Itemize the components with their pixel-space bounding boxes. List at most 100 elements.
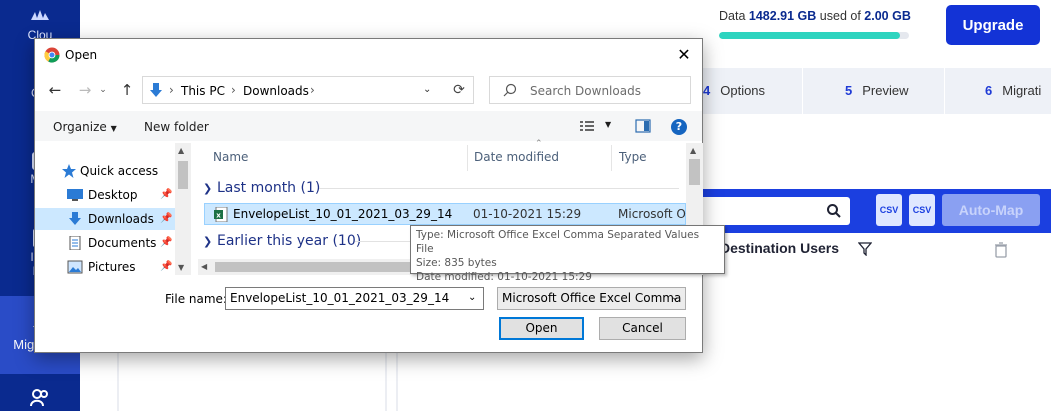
- step-options[interactable]: 4 Options: [703, 83, 765, 98]
- cloud-logo-icon: [31, 10, 49, 20]
- users-icon: [30, 389, 48, 407]
- column-header-type[interactable]: Type: [619, 150, 647, 164]
- breadcrumb-separator-icon: ›: [169, 83, 174, 97]
- pin-icon[interactable]: 📌: [160, 184, 172, 206]
- nav-item-label: Quick access: [80, 164, 159, 178]
- file-name-dropdown-icon[interactable]: ⌄: [468, 292, 476, 303]
- open-button[interactable]: Open: [499, 317, 584, 340]
- desktop-icon: [67, 189, 83, 201]
- step-number: 5: [845, 83, 853, 98]
- step-preview[interactable]: 5 Preview: [845, 83, 908, 98]
- tooltip-size: Size: 835 bytes: [416, 257, 497, 269]
- filter-icon[interactable]: [858, 242, 872, 256]
- recent-locations-icon[interactable]: ⌄: [93, 80, 113, 100]
- nav-item-documents[interactable]: Documents 📌: [35, 232, 175, 254]
- search-icon: [503, 83, 517, 97]
- cancel-button[interactable]: Cancel: [599, 317, 686, 340]
- star-icon: [62, 164, 76, 178]
- group-divider: [319, 188, 679, 189]
- breadcrumb-downloads[interactable]: Downloads: [243, 84, 309, 98]
- file-type: Microsoft Office Excel Comma Separated V…: [618, 207, 686, 221]
- nav-scrollbar-thumb[interactable]: [178, 161, 188, 189]
- scroll-down-icon[interactable]: ▼: [178, 263, 184, 272]
- breadcrumb-this-pc[interactable]: This PC: [181, 84, 225, 98]
- up-arrow-icon[interactable]: ↑: [117, 80, 137, 100]
- pin-icon[interactable]: 📌: [160, 256, 172, 278]
- step-number: 4: [703, 83, 711, 98]
- sidebar-item-users[interactable]: [0, 386, 80, 408]
- step-label: Migrati: [1002, 83, 1042, 98]
- nav-item-downloads[interactable]: Downloads 📌: [35, 208, 175, 230]
- csv-upload-icon[interactable]: CSV: [909, 194, 935, 226]
- step-label: Preview: [862, 83, 909, 98]
- dialog-title: Open: [65, 48, 98, 62]
- back-arrow-icon[interactable]: ←: [45, 80, 65, 100]
- organize-button[interactable]: Organize ▼: [53, 120, 117, 134]
- nav-item-quick-access[interactable]: Quick access: [35, 160, 175, 182]
- scroll-left-icon[interactable]: ◀: [201, 262, 207, 271]
- file-type-dropdown-icon[interactable]: ⌄: [671, 292, 679, 303]
- preview-pane-icon[interactable]: [635, 119, 651, 133]
- svg-text:x: x: [216, 212, 221, 220]
- nav-item-label: Desktop: [88, 188, 138, 202]
- address-bar[interactable]: › This PC › Downloads › ⌄: [142, 76, 474, 104]
- file-name-input[interactable]: EnvelopeList_10_01_2021_03_29_14: [225, 287, 484, 310]
- file-name: EnvelopeList_10_01_2021_03_29_14: [233, 207, 453, 221]
- view-dropdown-icon[interactable]: ▼: [605, 120, 611, 129]
- step-label: Options: [720, 83, 766, 98]
- pin-icon[interactable]: 📌: [160, 232, 172, 254]
- group-header-last-month[interactable]: Last month (1): [217, 180, 320, 196]
- help-icon[interactable]: ?: [671, 119, 687, 135]
- group-chevron-icon[interactable]: ❯: [203, 182, 212, 195]
- auto-map-button[interactable]: Auto-Map: [942, 194, 1040, 226]
- pictures-icon: [67, 260, 83, 274]
- csv-download-icon[interactable]: CSV: [876, 194, 902, 226]
- nav-item-desktop[interactable]: Desktop 📌: [35, 184, 175, 206]
- scroll-up-icon[interactable]: ▲: [178, 146, 184, 155]
- scroll-up-icon[interactable]: ▲: [690, 146, 696, 155]
- excel-csv-icon: x: [214, 207, 228, 222]
- file-date: 01-10-2021 15:29: [473, 207, 582, 221]
- step-divider: [944, 68, 966, 114]
- step-divider: [802, 68, 824, 114]
- address-dropdown-icon[interactable]: ⌄: [423, 84, 431, 95]
- pin-icon[interactable]: 📌: [160, 208, 172, 230]
- file-tooltip: Type: Microsoft Office Excel Comma Separ…: [410, 225, 725, 283]
- group-header-earlier-this-year[interactable]: Earlier this year (10): [217, 233, 361, 249]
- search-downloads-input[interactable]: Search Downloads: [489, 76, 691, 104]
- storage-progress-bar: [719, 32, 909, 39]
- dialog-toolbar: Organize ▼ New folder ▼ ?: [35, 111, 702, 141]
- column-divider[interactable]: [467, 145, 468, 171]
- search-icon[interactable]: [826, 203, 842, 219]
- data-total: 2.00 GB: [864, 9, 911, 23]
- chevron-down-icon: ▼: [110, 124, 117, 133]
- new-folder-button[interactable]: New folder: [144, 120, 209, 134]
- column-header-date-modified[interactable]: Date modified: [474, 150, 559, 164]
- nav-item-pictures[interactable]: Pictures 📌: [35, 256, 175, 278]
- column-divider[interactable]: [611, 145, 612, 171]
- sort-chevron-icon: ⌃: [535, 139, 543, 149]
- sidebar-item-cloud[interactable]: Clou: [0, 6, 80, 42]
- step-migration[interactable]: 6 Migrati: [985, 83, 1041, 98]
- tooltip-date: Date modified: 01-10-2021 15:29: [416, 271, 592, 283]
- file-list-scrollbar-thumb[interactable]: [689, 159, 700, 185]
- search-placeholder: Search Downloads: [530, 84, 641, 98]
- view-options-icon[interactable]: [579, 119, 595, 133]
- data-prefix: Data: [719, 9, 746, 23]
- group-divider: [355, 241, 415, 242]
- file-row[interactable]: x EnvelopeList_10_01_2021_03_29_14 01-10…: [204, 203, 686, 225]
- step-number: 6: [985, 83, 993, 98]
- close-icon[interactable]: ✕: [669, 43, 699, 67]
- dialog-titlebar[interactable]: Open ✕: [35, 39, 702, 71]
- file-name-label: File name:: [165, 292, 227, 306]
- chrome-icon: [44, 47, 60, 63]
- upgrade-button[interactable]: Upgrade: [946, 5, 1040, 45]
- trash-icon[interactable]: [994, 242, 1008, 258]
- refresh-icon[interactable]: ⟳: [445, 76, 474, 104]
- file-list-hscrollbar-thumb[interactable]: [215, 262, 435, 272]
- organize-label: Organize: [53, 120, 107, 134]
- group-chevron-icon[interactable]: ❯: [203, 235, 212, 248]
- forward-arrow-icon[interactable]: →: [75, 80, 95, 100]
- column-header-name[interactable]: Name: [213, 150, 248, 164]
- file-type-select[interactable]: Microsoft Office Excel Comma: [497, 287, 686, 310]
